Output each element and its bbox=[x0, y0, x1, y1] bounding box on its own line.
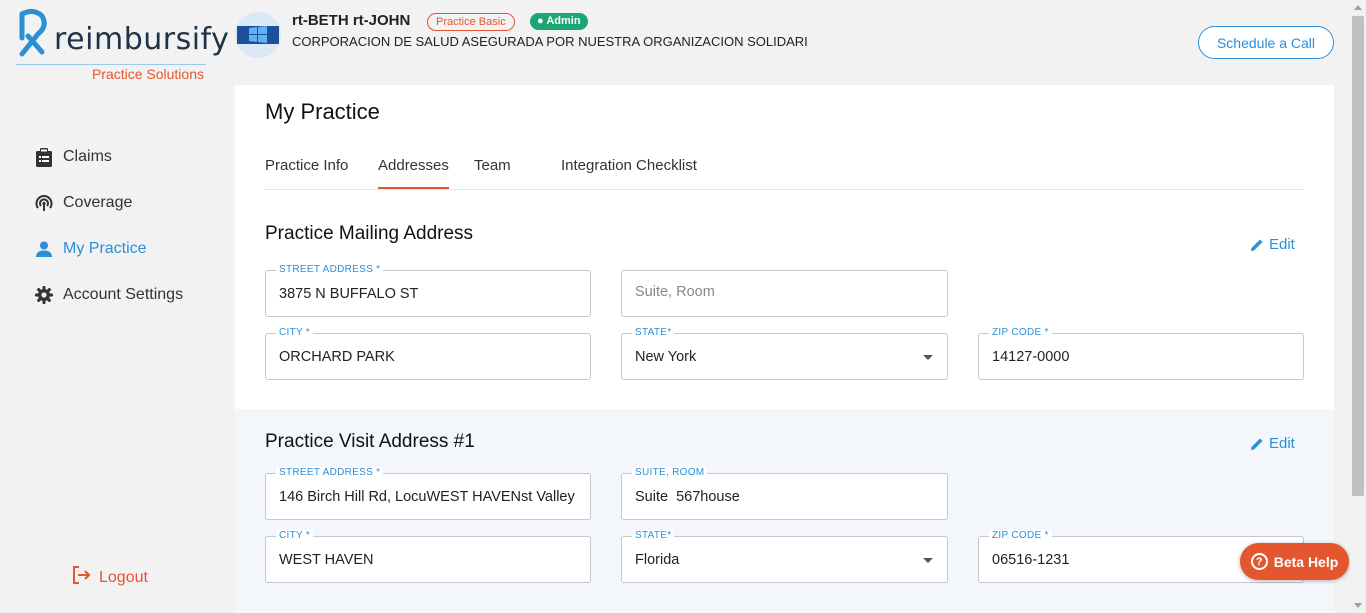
logo-mark-icon bbox=[19, 8, 47, 57]
sidebar-item-label: My Practice bbox=[63, 240, 147, 257]
sidebar-item-label: Account Settings bbox=[63, 286, 184, 303]
person-icon bbox=[34, 239, 54, 259]
field-value: Suite 567house bbox=[635, 489, 740, 505]
city-field[interactable]: CITY * ORCHARD PARK bbox=[265, 327, 591, 380]
avatar-image bbox=[235, 12, 281, 58]
brand-logo[interactable]: reimbursify Practice Solutions bbox=[14, 8, 229, 84]
logo-divider bbox=[16, 64, 206, 65]
scroll-down-icon[interactable] bbox=[1354, 603, 1362, 608]
suite-room-field[interactable]: SUITE, ROOM Suite 567house bbox=[621, 467, 948, 520]
field-label: STATE* bbox=[632, 327, 675, 338]
field-value: 3875 N BUFFALO ST bbox=[279, 286, 419, 302]
edit-visit-button[interactable]: Edit bbox=[1250, 435, 1295, 452]
scroll-thumb[interactable] bbox=[1352, 16, 1364, 496]
beta-help-button[interactable]: ? Beta Help bbox=[1240, 543, 1349, 580]
sidebar-item-coverage[interactable]: Coverage bbox=[34, 180, 183, 226]
field-label: ZIP CODE * bbox=[989, 530, 1052, 541]
tab-team[interactable]: Team bbox=[474, 157, 511, 189]
field-label: CITY * bbox=[276, 530, 314, 541]
sidebar: reimbursify Practice Solutions Claims Co… bbox=[0, 0, 230, 613]
suite-room-field[interactable] bbox=[621, 270, 948, 317]
logout-icon bbox=[72, 566, 92, 589]
field-label: ZIP CODE * bbox=[989, 327, 1052, 338]
field-label: CITY * bbox=[276, 327, 314, 338]
brand-subtitle: Practice Solutions bbox=[91, 66, 204, 82]
beta-help-label: Beta Help bbox=[1273, 553, 1339, 570]
sidebar-item-account-settings[interactable]: Account Settings bbox=[34, 272, 183, 318]
field-value: 146 Birch Hill Rd, LocuWEST HAVENst Vall… bbox=[279, 489, 575, 505]
state-select[interactable]: STATE* Florida bbox=[621, 530, 948, 583]
scroll-up-icon[interactable] bbox=[1354, 5, 1362, 10]
avatar[interactable] bbox=[235, 12, 281, 58]
sidebar-nav: Claims Coverage My Practice Account Sett… bbox=[34, 134, 183, 318]
logout-label: Logout bbox=[99, 568, 148, 586]
section-title: Practice Visit Address #1 bbox=[265, 431, 475, 452]
state-select[interactable]: STATE* New York bbox=[621, 327, 948, 380]
edit-mailing-button[interactable]: Edit bbox=[1250, 236, 1295, 253]
page-scrollbar[interactable] bbox=[1350, 0, 1366, 613]
schedule-call-button[interactable]: Schedule a Call bbox=[1198, 26, 1334, 59]
sidebar-item-label: Claims bbox=[63, 148, 112, 165]
street-address-field[interactable]: STREET ADDRESS * 3875 N BUFFALO ST bbox=[265, 264, 591, 317]
user-icon: ● bbox=[537, 15, 544, 27]
visit-address-section: Practice Visit Address #1 Edit STREET AD… bbox=[235, 409, 1334, 613]
help-icon: ? bbox=[1250, 553, 1268, 570]
plan-badge: Practice Basic bbox=[427, 13, 515, 31]
tab-practice-info[interactable]: Practice Info bbox=[265, 157, 348, 189]
field-label: STATE* bbox=[632, 530, 675, 541]
chevron-down-icon bbox=[923, 558, 933, 563]
field-label: STREET ADDRESS * bbox=[276, 467, 384, 478]
field-value: New York bbox=[635, 349, 697, 365]
section-title: Practice Mailing Address bbox=[265, 223, 474, 244]
pencil-icon bbox=[1251, 239, 1263, 251]
sidebar-item-claims[interactable]: Claims bbox=[34, 134, 183, 180]
sidebar-item-my-practice[interactable]: My Practice bbox=[34, 226, 183, 272]
page-title: My Practice bbox=[265, 99, 380, 124]
sidebar-item-label: Coverage bbox=[63, 194, 133, 211]
field-label: STREET ADDRESS * bbox=[276, 264, 384, 275]
edit-label: Edit bbox=[1269, 236, 1295, 253]
zip-code-field[interactable]: ZIP CODE * 14127-0000 bbox=[978, 327, 1304, 380]
field-value: Florida bbox=[635, 552, 680, 568]
edit-label: Edit bbox=[1269, 435, 1295, 452]
main-card: My Practice Practice Info Addresses Team… bbox=[235, 85, 1334, 613]
field-value: WEST HAVEN bbox=[279, 552, 374, 568]
city-field[interactable]: CITY * WEST HAVEN bbox=[265, 530, 591, 583]
pencil-icon bbox=[1251, 438, 1263, 450]
organization-name: CORPORACION DE SALUD ASEGURADA POR NUEST… bbox=[292, 34, 808, 49]
tab-integration-checklist[interactable]: Integration Checklist bbox=[561, 157, 697, 189]
street-address-field[interactable]: STREET ADDRESS * 146 Birch Hill Rd, Locu… bbox=[265, 467, 591, 520]
suite-room-input[interactable] bbox=[635, 284, 925, 300]
tab-addresses[interactable]: Addresses bbox=[378, 157, 449, 189]
mailing-address-section: Practice Mailing Address Edit STREET ADD… bbox=[235, 209, 1334, 409]
coverage-icon bbox=[34, 193, 54, 213]
field-value: ORCHARD PARK bbox=[279, 349, 395, 365]
clipboard-icon bbox=[34, 147, 54, 167]
logout-button[interactable]: Logout bbox=[72, 566, 148, 589]
user-name: rt-BETH rt-JOHN bbox=[292, 12, 411, 29]
field-label: SUITE, ROOM bbox=[632, 467, 708, 478]
chevron-down-icon bbox=[923, 355, 933, 360]
role-badge: ● Admin bbox=[530, 13, 588, 30]
field-value: 14127-0000 bbox=[992, 349, 1070, 365]
gear-icon bbox=[34, 285, 54, 305]
role-badge-label: Admin bbox=[546, 15, 581, 27]
tab-bar: Practice Info Addresses Team Integration… bbox=[265, 149, 1304, 190]
brand-name: reimbursify bbox=[54, 22, 230, 57]
